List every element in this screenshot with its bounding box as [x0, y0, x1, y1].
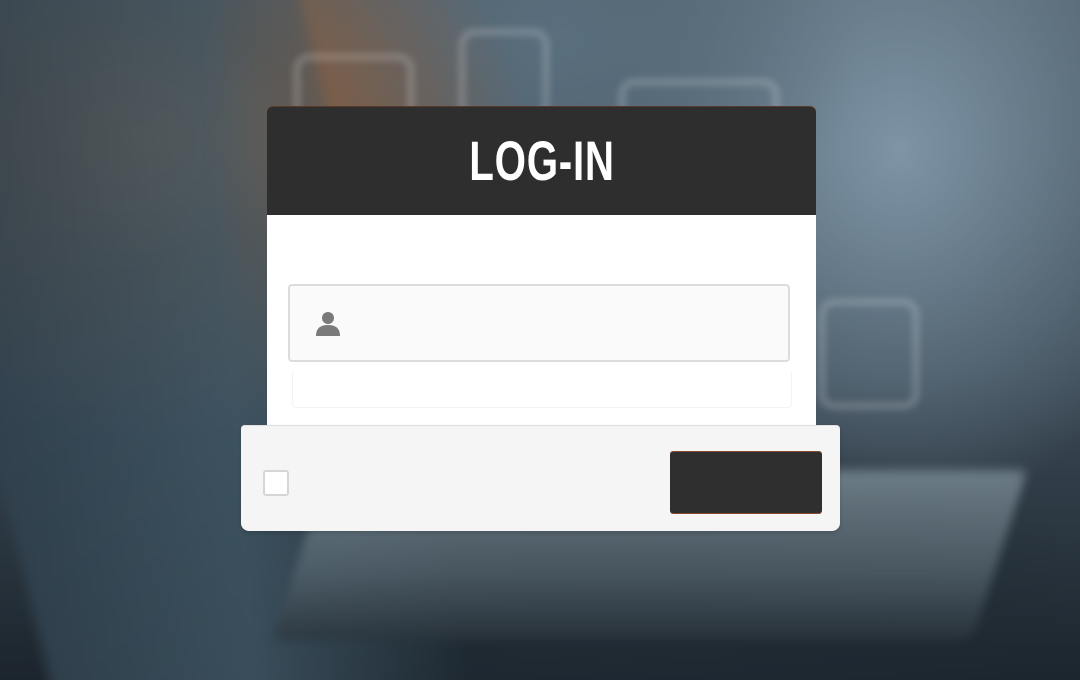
login-title: LOG-IN	[468, 129, 615, 192]
background-glow-icon	[820, 300, 918, 408]
remember-checkbox[interactable]	[263, 470, 289, 496]
user-icon	[314, 309, 342, 337]
login-header: LOG-IN	[267, 107, 816, 215]
username-field[interactable]	[288, 284, 790, 362]
login-submit-button[interactable]	[670, 452, 822, 513]
password-field[interactable]	[292, 372, 792, 408]
username-input[interactable]	[342, 285, 788, 361]
background-glow-icon	[460, 30, 548, 118]
